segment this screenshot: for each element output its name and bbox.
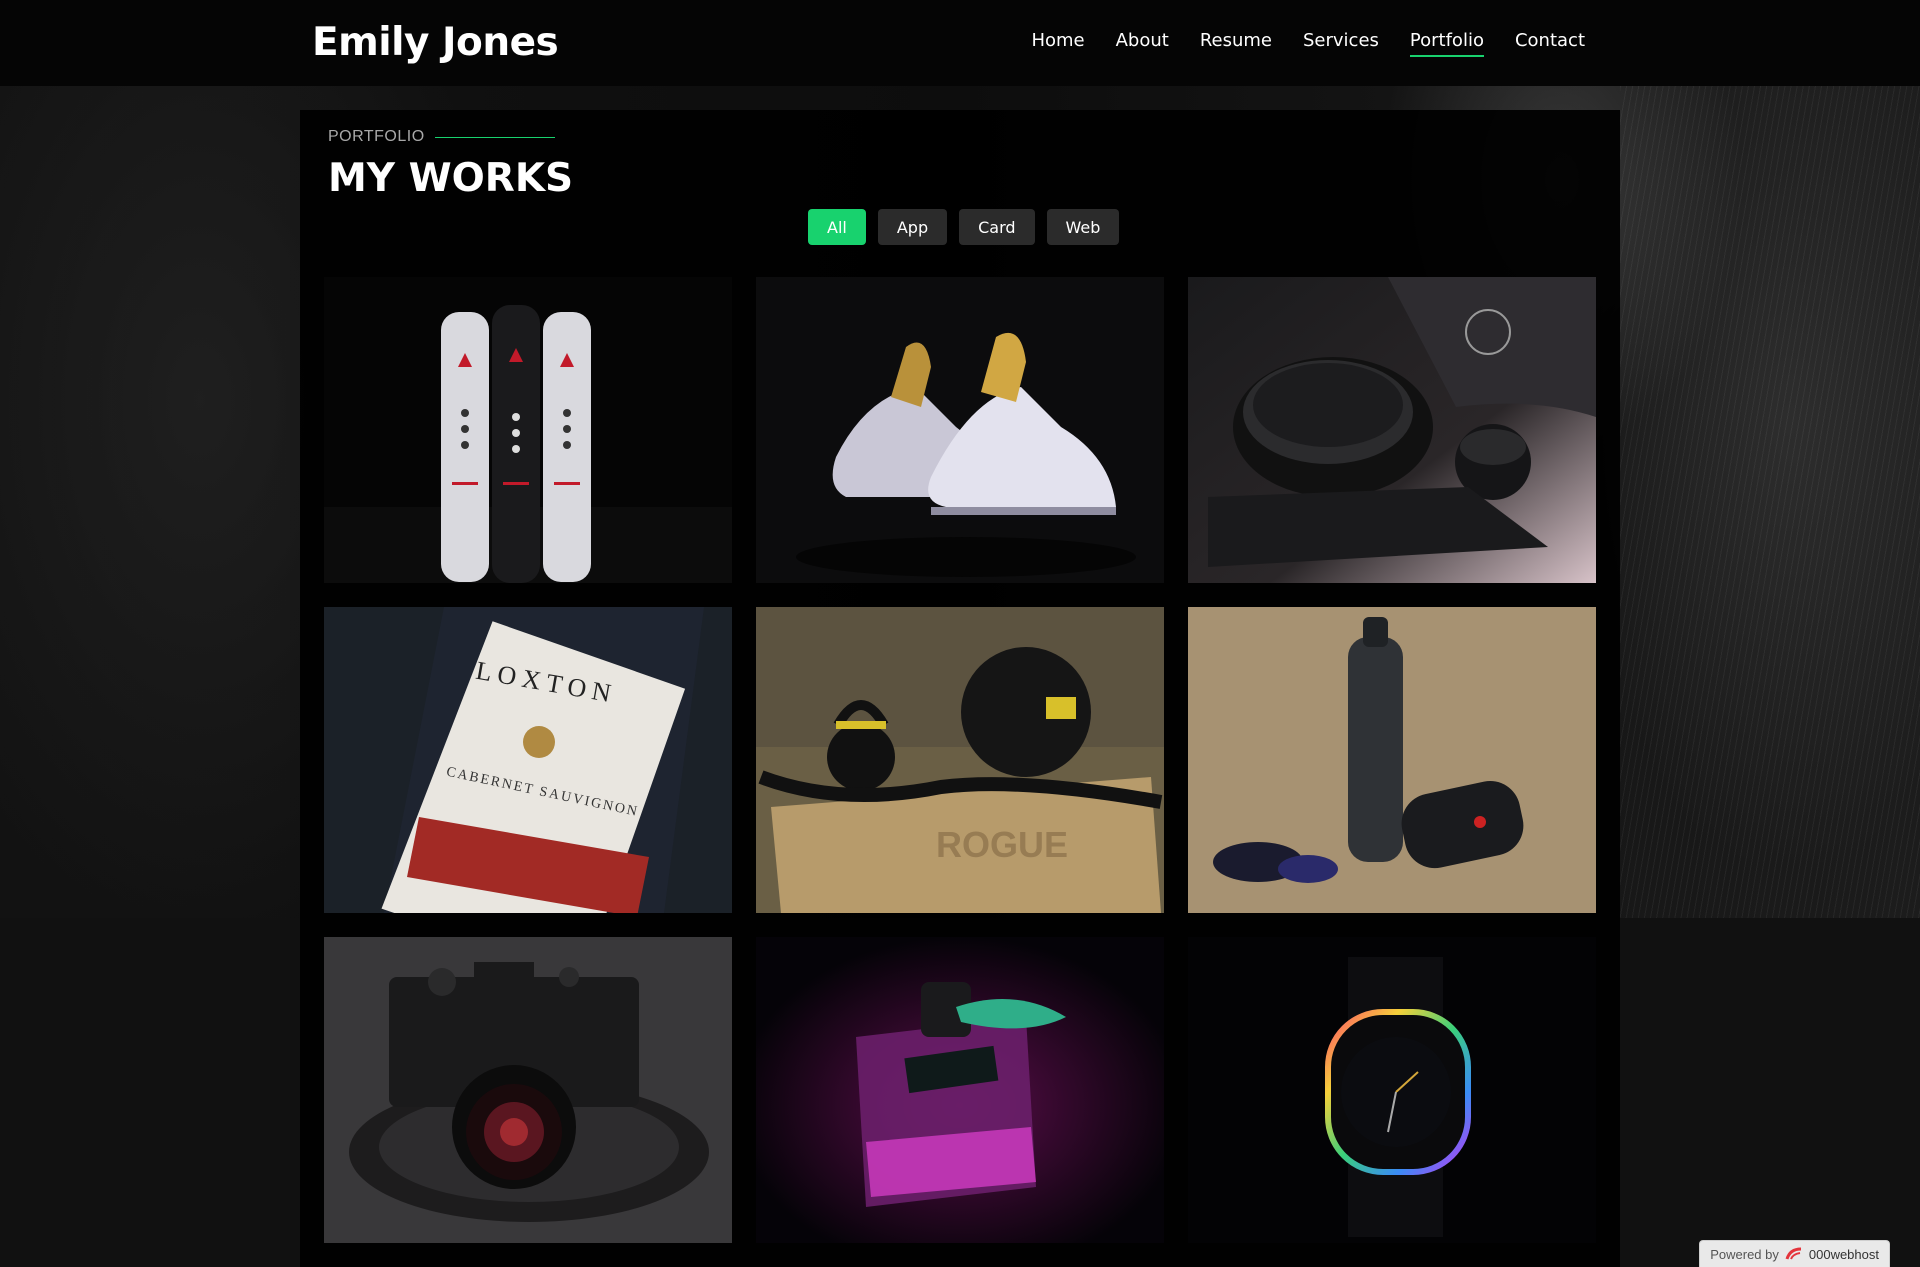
camera-image	[324, 937, 732, 1243]
portfolio-section: PORTFOLIO MY WORKS All App Card Web LOXT…	[300, 110, 1620, 1267]
wine-image: LOXTON CABERNET SAUVIGNON	[324, 607, 732, 913]
section-title: MY WORKS	[328, 156, 574, 201]
section-label-text: PORTFOLIO	[328, 128, 425, 145]
main-nav: Home About Resume Services Portfolio Con…	[1000, 30, 1585, 57]
kettlebell-image: ROGUE	[756, 607, 1164, 913]
portfolio-item-perfume[interactable]	[756, 937, 1164, 1243]
filter-all[interactable]: All	[808, 209, 866, 245]
nav-resume[interactable]: Resume	[1200, 30, 1272, 55]
site-brand[interactable]: Emily Jones	[312, 20, 559, 65]
webhost-logo-icon	[1785, 1247, 1803, 1261]
portfolio-item-watch[interactable]	[1188, 937, 1596, 1243]
portfolio-item-camera[interactable]	[324, 937, 732, 1243]
bottles-image	[324, 277, 732, 583]
nav-portfolio[interactable]: Portfolio	[1409, 30, 1485, 57]
badge-brand: 000webhost	[1808, 1246, 1879, 1262]
portfolio-item-sneakers[interactable]	[756, 277, 1164, 583]
nav-about[interactable]: About	[1116, 30, 1169, 55]
nav-contact[interactable]: Contact	[1515, 30, 1585, 55]
site-header: Emily Jones Home About Resume Services P…	[0, 0, 1920, 86]
car-controls-image	[1188, 277, 1596, 583]
section-label: PORTFOLIO	[328, 128, 555, 146]
portfolio-item-wine[interactable]: LOXTON CABERNET SAUVIGNON	[324, 607, 732, 913]
portfolio-item-bottles[interactable]	[324, 277, 732, 583]
svg-text:ROGUE: ROGUE	[936, 824, 1068, 865]
perfume-image	[756, 937, 1164, 1243]
water-bottle-image	[1188, 607, 1596, 913]
watch-image	[1188, 937, 1596, 1243]
sneakers-image	[756, 277, 1164, 583]
hosting-badge[interactable]: Powered by 000webhost	[1699, 1240, 1890, 1267]
filter-card[interactable]: Card	[959, 209, 1035, 245]
nav-home[interactable]: Home	[1031, 30, 1084, 55]
portfolio-filters: All App Card Web	[808, 209, 1120, 245]
portfolio-item-water-bottle[interactable]	[1188, 607, 1596, 913]
filter-app[interactable]: App	[877, 209, 948, 245]
badge-prefix: Powered by	[1710, 1246, 1779, 1262]
filter-web[interactable]: Web	[1046, 209, 1120, 245]
section-label-line	[434, 136, 555, 138]
portfolio-grid: LOXTON CABERNET SAUVIGNON ROGUE	[324, 277, 1596, 1243]
hero-hair-texture	[1620, 86, 1920, 918]
portfolio-item-car-controls[interactable]	[1188, 277, 1596, 583]
portfolio-item-kettlebell[interactable]: ROGUE	[756, 607, 1164, 913]
nav-services[interactable]: Services	[1303, 30, 1379, 55]
